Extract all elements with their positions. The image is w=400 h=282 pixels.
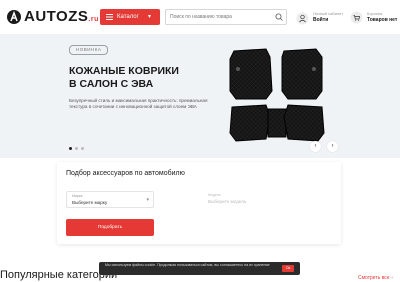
picker-title: Подбор аксессуаров по автомобилю: [66, 170, 185, 177]
logo-text: AUTOZS: [24, 8, 89, 25]
pick-button[interactable]: Подобрать: [66, 219, 154, 236]
model-value: Выберите модель: [208, 199, 247, 204]
user-icon: [296, 12, 309, 25]
cart-icon: [350, 11, 363, 24]
model-caption: Модель: [208, 193, 221, 197]
cart-caption: Корзина: [367, 11, 383, 16]
slider-dot-2[interactable]: [75, 147, 78, 150]
hero-title: КОЖАНЫЕ КОВРИКИ В САЛОН С ЭВА: [69, 65, 219, 91]
hero-title-line2: В САЛОН С ЭВА: [69, 78, 154, 90]
arrow-right-icon[interactable]: →: [389, 274, 394, 280]
account-caption: Личный кабинет: [313, 11, 344, 16]
slider-dot-1[interactable]: [69, 147, 72, 150]
cookie-text: Мы используем файлы cookie. Продолжая по…: [105, 263, 270, 267]
car-mats-image: [229, 48, 325, 142]
vehicle-picker: Подбор аксессуаров по автомобилю Марка В…: [57, 162, 341, 244]
arrow-left-icon[interactable]: ‹: [310, 141, 321, 152]
model-select[interactable]: Модель Выберите модель: [203, 191, 283, 208]
new-badge: НОВИНКА: [69, 45, 109, 55]
account-label: Войти: [313, 17, 329, 23]
brand-caption: Марка: [72, 194, 83, 198]
cookie-banner: Мы используем файлы cookie. Продолжая по…: [99, 262, 300, 275]
catalog-label: Каталог: [117, 14, 139, 20]
brand-value: Выберите марку: [72, 200, 108, 205]
hero-description: Безупречный стиль и максимальная практич…: [69, 98, 208, 109]
search-input[interactable]: [170, 12, 265, 22]
account-link[interactable]: Личный кабинет Войти: [296, 10, 346, 26]
hero-title-line1: КОЖАНЫЕ КОВРИКИ: [69, 65, 179, 77]
chevron-down-icon: ▾: [146, 197, 149, 203]
logo-a-icon[interactable]: [7, 10, 21, 24]
cart-label: Товаров нет: [367, 17, 398, 23]
see-all-link[interactable]: Смотреть все: [358, 275, 390, 281]
cookie-ok-button[interactable]: Ок: [282, 265, 294, 272]
logo-domain: .ru: [88, 16, 99, 23]
brand-select[interactable]: Марка Выберите марку ▾: [66, 191, 154, 208]
logo[interactable]: AUTOZS.ru: [24, 8, 99, 29]
search-icon[interactable]: [272, 10, 286, 24]
arrow-right-icon[interactable]: ›: [327, 141, 338, 152]
cart-link[interactable]: Корзина Товаров нет: [350, 10, 398, 26]
hero-banner[interactable]: НОВИНКА КОЖАНЫЕ КОВРИКИ В САЛОН С ЭВА Бе…: [0, 34, 400, 158]
catalog-button[interactable]: Каталог ▾: [100, 9, 160, 25]
slider-dot-3[interactable]: [81, 147, 84, 150]
chevron-down-icon: ▾: [148, 14, 152, 20]
header: AUTOZS.ru Каталог ▾ Личный кабинет Войти…: [0, 0, 400, 34]
menu-icon: [106, 14, 113, 20]
search-box: [165, 9, 287, 25]
